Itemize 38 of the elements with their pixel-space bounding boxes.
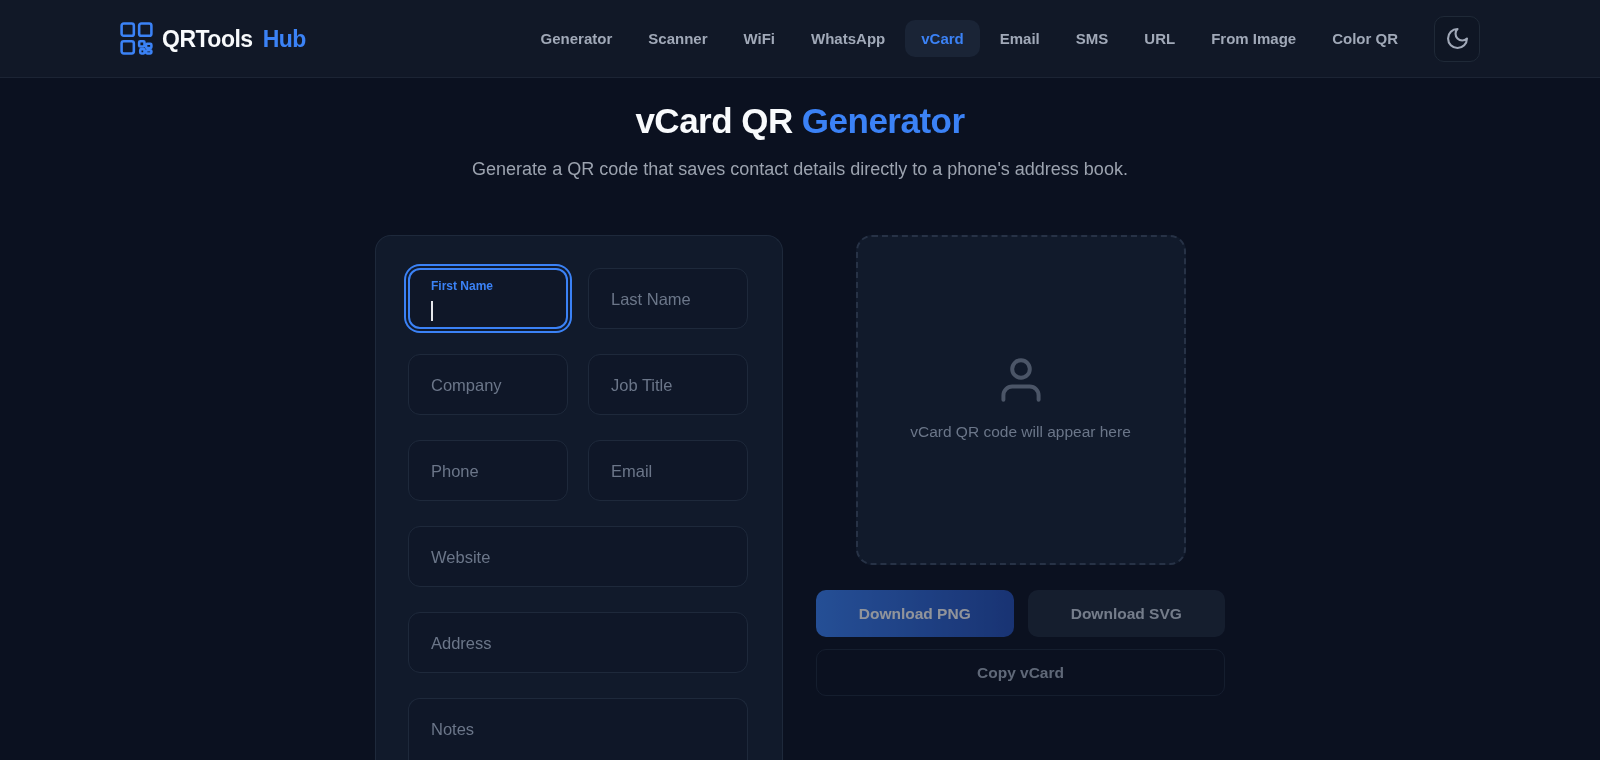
input-field[interactable]: Job Title xyxy=(588,354,748,415)
field-label: Website xyxy=(431,546,492,567)
nav-link[interactable]: WhatsApp xyxy=(795,20,902,57)
qr-code-icon xyxy=(120,22,153,55)
textarea-field[interactable]: Notes xyxy=(408,698,748,760)
field-label: Address xyxy=(431,632,493,653)
nav-link[interactable]: Scanner xyxy=(632,20,724,57)
field-label: Notes xyxy=(431,719,476,739)
input-field[interactable]: Email xyxy=(588,440,748,501)
logo-accent-text: Hub xyxy=(262,24,306,53)
nav-link[interactable]: URL xyxy=(1128,20,1192,57)
nav-link[interactable]: Email xyxy=(983,20,1056,57)
input-field[interactable]: Address xyxy=(408,612,748,673)
moon-icon xyxy=(1446,28,1468,49)
user-icon xyxy=(1000,358,1041,402)
field-label: First Name xyxy=(431,278,495,294)
nav-link[interactable]: SMS xyxy=(1059,20,1125,57)
nav-link[interactable]: Color QR xyxy=(1316,20,1414,57)
nav-link[interactable]: From Image xyxy=(1195,20,1313,57)
field-label: Company xyxy=(431,374,503,395)
field-label: Phone xyxy=(431,460,480,481)
field-label: Last Name xyxy=(611,288,692,309)
input-field[interactable]: Phone xyxy=(408,440,568,501)
field-label: Email xyxy=(611,460,654,481)
nav-link[interactable]: vCard xyxy=(905,20,980,57)
preview-message: vCard QR code will appear here xyxy=(910,422,1131,442)
input-field[interactable]: Company xyxy=(408,354,568,415)
nav-link[interactable]: WiFi xyxy=(727,20,792,57)
input-field[interactable]: Last Name xyxy=(588,268,748,329)
page-title-accent: Generator xyxy=(801,100,965,142)
field-label: Job Title xyxy=(611,374,674,395)
logo-text: QRTools xyxy=(162,24,253,53)
text-cursor-icon xyxy=(431,301,433,321)
input-field[interactable]: Website xyxy=(408,526,748,587)
nav-link[interactable]: Generator xyxy=(524,20,629,57)
page-title: vCard QR xyxy=(635,100,793,142)
theme-toggle-button[interactable] xyxy=(1434,15,1480,62)
page-subtitle: Generate a QR code that saves contact details directly to a phone's address book. xyxy=(471,158,1129,181)
